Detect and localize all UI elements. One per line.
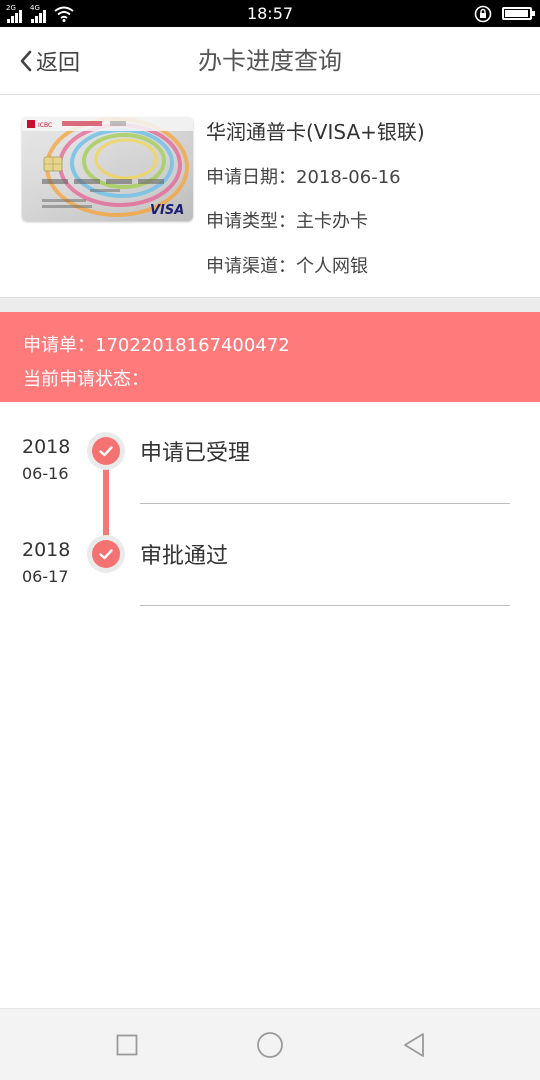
apply-date-value: 2018-06-16 xyxy=(296,167,401,188)
apply-type-label: 申请类型： xyxy=(206,211,296,232)
back-button[interactable]: 返回 xyxy=(18,27,80,95)
navigation-bar xyxy=(0,1008,540,1080)
card-info-section: ICBC VISA 华润通普卡(VISA+银联) 申请日期：2018-06-16… xyxy=(0,95,540,297)
status-bar: 2G 4G 18:57 xyxy=(0,0,540,27)
timeline-divider xyxy=(140,503,510,504)
timeline-divider xyxy=(140,605,510,606)
application-number-label: 申请单： xyxy=(23,335,95,356)
card-brand-text: VISA xyxy=(150,203,184,218)
channel-value: 个人网银 xyxy=(296,256,368,277)
application-banner: 申请单：17022018167400472 当前申请状态： xyxy=(0,312,540,402)
channel-label: 申请渠道： xyxy=(206,256,296,277)
battery-icon xyxy=(502,7,535,20)
application-status-label: 当前申请状态： xyxy=(23,369,149,390)
timeline-item: 2018 06-16 申请已受理 xyxy=(0,402,540,504)
timeline-label: 审批通过 xyxy=(140,544,229,569)
timeline-date: 06-17 xyxy=(22,567,69,586)
home-button[interactable] xyxy=(240,1009,300,1080)
timeline-year: 2018 xyxy=(22,436,71,458)
chevron-left-icon xyxy=(20,50,32,72)
circle-icon xyxy=(257,1032,283,1058)
nav-back-button[interactable] xyxy=(384,1009,444,1080)
timeline-date: 06-16 xyxy=(22,464,69,483)
channel-row: 申请渠道：个人网银 xyxy=(206,252,368,278)
application-number: 17022018167400472 xyxy=(95,335,290,356)
rotation-lock-icon xyxy=(474,5,492,22)
apply-type-row: 申请类型：主卡办卡 xyxy=(206,207,368,233)
apply-type-value: 主卡办卡 xyxy=(296,211,368,232)
card-bank-text: ICBC xyxy=(38,122,52,129)
back-label: 返回 xyxy=(36,51,81,76)
recent-apps-button[interactable] xyxy=(97,1009,157,1080)
page-title: 办卡进度查询 xyxy=(198,47,342,75)
header: 返回 办卡进度查询 xyxy=(0,27,540,95)
application-number-row: 申请单：17022018167400472 xyxy=(23,331,290,357)
status-right xyxy=(474,4,535,23)
timeline-item: 2018 06-17 审批通过 xyxy=(0,505,540,606)
apply-date-label: 申请日期： xyxy=(206,167,296,188)
section-divider xyxy=(0,297,540,312)
check-icon xyxy=(87,432,125,470)
timeline-label: 申请已受理 xyxy=(140,441,251,466)
status-time: 18:57 xyxy=(246,4,294,23)
triangle-left-icon xyxy=(404,1033,424,1057)
card-name: 华润通普卡(VISA+银联) xyxy=(206,120,425,144)
timeline-year: 2018 xyxy=(22,539,71,561)
card-image: ICBC VISA xyxy=(22,117,193,221)
apply-date-row: 申请日期：2018-06-16 xyxy=(206,163,401,189)
square-icon xyxy=(116,1034,138,1056)
progress-timeline: 2018 06-16 申请已受理 2018 06-17 审批通过 xyxy=(0,402,540,652)
check-icon xyxy=(87,535,125,573)
